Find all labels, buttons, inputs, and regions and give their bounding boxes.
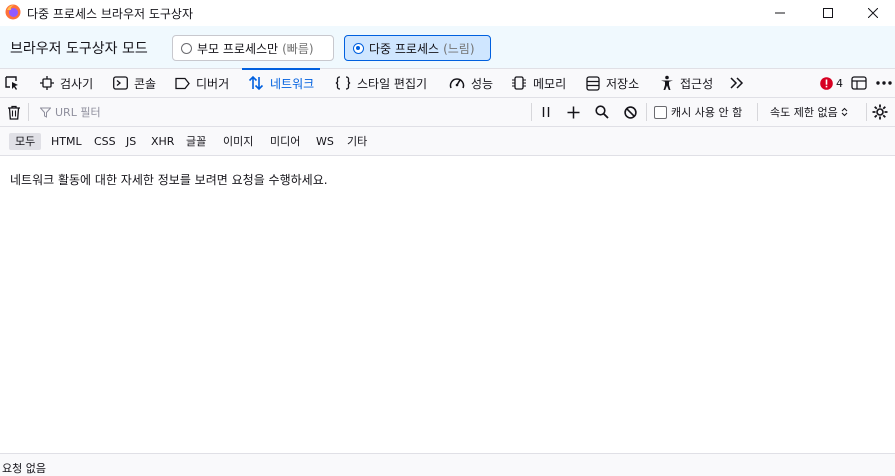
error-count-badge[interactable]: 4 [820, 69, 843, 97]
tab-console[interactable]: 콘솔 [113, 69, 156, 97]
url-filter-input[interactable]: URL 필터 [34, 98, 528, 126]
search-icon [595, 105, 609, 119]
console-icon [113, 76, 128, 90]
tab-storage[interactable]: 저장소 [586, 69, 639, 97]
filter-type-other[interactable]: 기타 [341, 133, 373, 150]
status-bar: 요청 없음 [0, 453, 895, 476]
radio-icon [181, 42, 192, 54]
block-requests-button[interactable] [624, 98, 637, 126]
network-toolbar: URL 필터 캐시 사용 안 함 속도 제한 없음 [0, 98, 895, 127]
empty-state-message: 네트워크 활동에 대한 자세한 정보를 보려면 요청을 수행하세요. [10, 173, 328, 187]
style-editor-icon [335, 76, 351, 90]
filter-type-all[interactable]: 모두 [9, 133, 42, 150]
tab-label: 저장소 [606, 76, 640, 91]
radio-selected-icon [353, 42, 364, 54]
gear-icon [872, 104, 888, 120]
accessibility-icon [661, 75, 673, 90]
toolbar-divider [531, 103, 532, 121]
error-count: 4 [836, 76, 843, 90]
tab-style-editor[interactable]: 스타일 편집기 [335, 69, 427, 97]
tab-label: 메모리 [533, 76, 567, 91]
network-settings-button[interactable] [872, 98, 888, 126]
tab-label: 콘솔 [134, 76, 157, 91]
performance-icon [449, 78, 465, 89]
tab-network[interactable]: 네트워크 [241, 68, 321, 97]
clear-requests-button[interactable] [7, 98, 21, 126]
filter-type-xhr[interactable]: XHR [145, 133, 180, 150]
toolbox-mode-bar: 브라우저 도구상자 모드 부모 프로세스만 (빠름) 다중 프로세스 (느림) [0, 26, 895, 69]
filter-type-fonts[interactable]: 글꼴 [180, 133, 212, 150]
filter-icon [40, 107, 51, 118]
search-button[interactable] [595, 98, 609, 126]
filter-type-ws[interactable]: WS [310, 133, 340, 150]
plus-icon [567, 106, 580, 118]
storage-icon [586, 75, 600, 91]
tab-label: 접근성 [680, 76, 714, 91]
pause-button[interactable] [541, 98, 551, 126]
tab-label: 스타일 편집기 [357, 76, 428, 91]
title-bar: 다중 프로세스 브라우저 도구상자 [0, 0, 895, 26]
toolbar-divider [757, 103, 758, 121]
minimize-icon [775, 12, 785, 14]
inspector-icon [40, 76, 54, 90]
parent-process-label: 부모 프로세스만 [197, 41, 279, 56]
throttling-select[interactable]: 속도 제한 없음 [770, 98, 848, 126]
maximize-icon [823, 8, 833, 18]
disable-cache-label: 캐시 사용 안 함 [671, 106, 743, 119]
minimize-button[interactable] [757, 0, 803, 26]
filter-type-html[interactable]: HTML [45, 133, 88, 150]
block-icon [624, 105, 637, 119]
throttling-value: 속도 제한 없음 [770, 106, 838, 119]
multi-process-note: (느림) [443, 41, 475, 56]
tab-label: 검사기 [60, 76, 94, 91]
disable-cache-checkbox[interactable]: 캐시 사용 안 함 [654, 98, 742, 126]
tab-performance[interactable]: 성능 [449, 69, 493, 97]
parent-process-option[interactable]: 부모 프로세스만 (빠름) [172, 35, 334, 61]
filter-type-js[interactable]: JS [120, 133, 142, 150]
debugger-icon [175, 77, 190, 89]
tab-debugger[interactable]: 디버거 [175, 69, 229, 97]
toolbar-divider [866, 103, 867, 121]
mode-label: 브라우저 도구상자 모드 [10, 41, 148, 57]
firefox-logo-icon [5, 4, 21, 20]
parent-process-note: (빠름) [282, 41, 314, 56]
tab-inspector[interactable]: 검사기 [40, 69, 93, 97]
toolbar-divider [28, 103, 29, 121]
new-request-button[interactable] [567, 98, 580, 126]
close-button[interactable] [850, 0, 895, 26]
tab-accessibility[interactable]: 접근성 [660, 69, 713, 97]
window-title: 다중 프로세스 브라우저 도구상자 [27, 7, 194, 21]
request-type-filter-bar: 모두 HTML CSS JS XHR 글꼴 이미지 미디어 WS 기타 [0, 127, 895, 156]
updown-arrow-icon [841, 107, 848, 117]
pause-icon [542, 107, 550, 117]
chevron-double-right-icon [730, 77, 744, 89]
tab-memory[interactable]: 메모리 [511, 69, 566, 97]
close-icon [868, 8, 878, 18]
trash-icon [8, 105, 20, 120]
filter-type-media[interactable]: 미디어 [264, 133, 306, 150]
checkbox-box [654, 105, 667, 119]
multi-process-option[interactable]: 다중 프로세스 (느림) [344, 35, 491, 61]
devtools-tab-bar: 검사기 콘솔 디버거 네트워크 스타일 편집기 성능 메모리 저장소 접근성 4 [0, 68, 895, 98]
dock-layout-icon [851, 76, 867, 90]
filter-type-css[interactable]: CSS [88, 133, 122, 150]
toolbar-divider [646, 103, 647, 121]
tab-label: 디버거 [196, 76, 230, 91]
filter-type-images[interactable]: 이미지 [217, 133, 259, 150]
error-icon [820, 76, 833, 90]
memory-icon [512, 76, 526, 90]
tab-label: 네트워크 [270, 76, 315, 91]
url-filter-placeholder: URL 필터 [55, 106, 101, 119]
tab-label: 성능 [471, 76, 494, 91]
toolbox-menu-button[interactable] [876, 69, 892, 97]
dock-options-button[interactable] [851, 69, 867, 97]
multi-process-label: 다중 프로세스 [369, 41, 440, 56]
element-picker-icon[interactable] [4, 75, 20, 91]
more-horizontal-icon [876, 81, 892, 85]
network-icon [248, 75, 264, 91]
request-status-summary: 요청 없음 [2, 462, 46, 475]
maximize-button[interactable] [805, 0, 851, 26]
more-tools-button[interactable] [729, 69, 745, 97]
